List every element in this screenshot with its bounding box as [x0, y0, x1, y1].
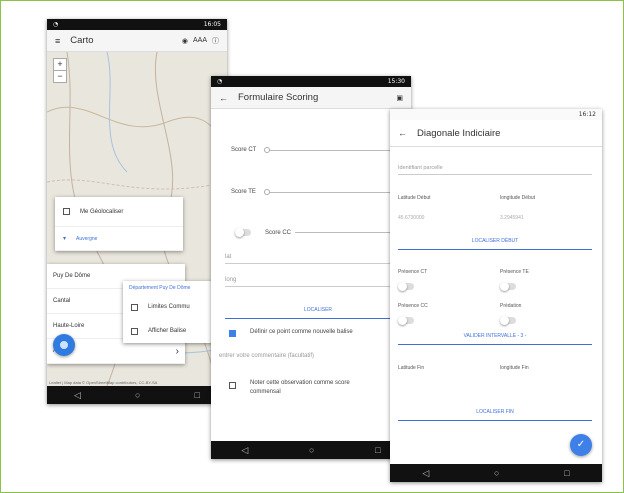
presence-cc-label: Présence CC — [398, 303, 428, 309]
slider-knob[interactable] — [264, 146, 270, 153]
status-bar: ◔ 16:05 — [47, 19, 227, 30]
slider-label: Score CC — [265, 229, 292, 236]
locate-fab[interactable] — [53, 334, 75, 356]
recent-icon[interactable]: □ — [564, 468, 569, 478]
commensal-checkbox[interactable] — [229, 382, 236, 389]
menu-icon[interactable]: ≡ — [55, 36, 60, 46]
app-bar: ← Formulaire Scoring ▣ — [211, 87, 411, 109]
recent-icon[interactable]: □ — [375, 445, 380, 455]
predation-toggle[interactable] — [500, 316, 516, 325]
region-label: Auvergne — [76, 235, 98, 242]
zoom-out-button[interactable]: − — [54, 71, 66, 82]
submenu-label: Limites Commu — [148, 304, 190, 310]
parcel-field[interactable]: Identifiant parcelle — [398, 165, 592, 175]
back-icon[interactable]: ◁ — [422, 468, 429, 479]
comment-field[interactable]: entrer votre commentaire (facultatif) — [219, 353, 411, 362]
header-right-text[interactable]: AAA — [193, 37, 207, 44]
slider-label: Score CT — [231, 147, 257, 153]
scoring-form: Score CT Score TE Score CC lat long LOCA… — [211, 109, 411, 441]
lat-start-value[interactable]: 45.6730000 — [398, 215, 424, 221]
region-item[interactable]: ▾ Auvergne — [55, 227, 183, 251]
lat-field[interactable]: lat — [225, 254, 411, 264]
info-icon[interactable]: ⓘ — [212, 36, 219, 46]
presence-te-label: Présence TE — [500, 269, 529, 275]
localiser-button[interactable]: LOCALISER — [225, 307, 411, 319]
slider-score-ct[interactable]: Score CT — [231, 146, 411, 153]
slider-score-cc[interactable]: Score CC — [235, 228, 411, 237]
predation-label: Prédation — [500, 303, 522, 309]
notification-icon: ◔ — [53, 21, 59, 28]
geolocate-item[interactable]: Me Géolocaliser — [55, 197, 183, 227]
gps-icon[interactable]: ◉ — [182, 37, 188, 45]
caret-down-icon: ▾ — [63, 236, 67, 242]
screenshot-frame: ◔ 16:05 ≡ Carto ◉ AAA ⓘ + − Me Géolocali… — [0, 0, 624, 493]
slider-score-te[interactable]: Score TE — [231, 188, 411, 195]
nav-bar: ◁ ○ □ — [47, 386, 227, 404]
department-label: Haute-Loire — [53, 323, 85, 329]
back-arrow-icon[interactable]: ← — [219, 93, 228, 103]
submenu-label: Afficher Balise — [148, 328, 187, 334]
nav-bar: ◁ ○ □ — [211, 441, 411, 459]
limits-checkbox[interactable] — [131, 303, 138, 311]
diagonale-form: Identifiant parcelle Latitude Début long… — [390, 147, 602, 464]
validate-fab[interactable]: ✓ — [570, 434, 592, 456]
valider-intervalle-button[interactable]: VALIDER INTERVALLE - 3 - — [398, 333, 592, 345]
presence-cc-toggle[interactable] — [398, 316, 414, 325]
status-time: 16:05 — [203, 21, 221, 28]
chevron-right-icon: › — [175, 345, 179, 357]
department-label: Cantal — [53, 298, 71, 304]
geolocate-label: Me Géolocaliser — [80, 208, 124, 215]
notification-icon: ◔ — [217, 78, 223, 85]
slider-label: Score TE — [231, 189, 256, 195]
home-icon[interactable]: ○ — [494, 468, 499, 478]
zoom-control: + − — [53, 58, 67, 83]
commensal-row[interactable]: Noter cette observation comme score comm… — [229, 379, 411, 397]
app-bar: ← Diagonale Indiciaire — [390, 120, 602, 147]
zoom-in-button[interactable]: + — [54, 59, 66, 71]
map-icon[interactable]: ▣ — [396, 94, 403, 102]
presence-ct-toggle[interactable] — [398, 282, 414, 291]
page-title: Formulaire Scoring — [238, 92, 319, 103]
define-beacon-checkbox[interactable] — [229, 330, 236, 337]
score-cc-toggle[interactable] — [235, 228, 251, 237]
layer-menu: Me Géolocaliser ▾ Auvergne — [55, 197, 183, 251]
beacons-checkbox[interactable] — [131, 327, 138, 335]
status-time: 16:12 — [578, 111, 596, 118]
status-bar: ◔ 15:30 — [211, 76, 411, 87]
geolocate-checkbox[interactable] — [63, 208, 70, 215]
lat-start-label: Latitude Début — [398, 195, 431, 201]
phone-scoring: ◔ 15:30 ← Formulaire Scoring ▣ Score CT … — [211, 76, 411, 459]
slider-knob[interactable] — [264, 188, 270, 195]
long-field[interactable]: long — [225, 277, 411, 287]
presence-te-toggle[interactable] — [500, 282, 516, 291]
page-title: Carto — [70, 35, 94, 46]
long-start-value[interactable]: 3.2945941 — [500, 215, 524, 221]
back-icon[interactable]: ◁ — [74, 390, 81, 401]
app-bar: ≡ Carto ◉ AAA ⓘ — [47, 30, 227, 52]
back-arrow-icon[interactable]: ← — [398, 128, 407, 138]
define-beacon-row[interactable]: Définir ce point comme nouvelle balise — [229, 329, 411, 337]
map-attribution: Leaflet | Map data © OpenStreetMap contr… — [49, 380, 158, 385]
commensal-label: Noter cette observation comme score comm… — [250, 380, 350, 395]
long-start-label: longitude Début — [500, 195, 536, 201]
localiser-debut-button[interactable]: LOCALISER DÉBUT — [398, 238, 592, 250]
phone-diagonale: 16:12 ← Diagonale Indiciaire Identifiant… — [390, 109, 602, 482]
long-end-label: longitude Fin — [500, 365, 529, 371]
home-icon[interactable]: ○ — [309, 445, 314, 455]
presence-ct-label: Présence CT — [398, 269, 428, 275]
map-view[interactable]: + − Me Géolocaliser ▾ Auvergne Puy De Dô… — [47, 52, 227, 386]
home-icon[interactable]: ○ — [135, 390, 140, 400]
department-label: Puy De Dôme — [53, 273, 91, 279]
back-icon[interactable]: ◁ — [241, 445, 248, 456]
page-title: Diagonale Indiciaire — [417, 127, 501, 139]
status-bar: 16:12 — [390, 109, 602, 120]
define-beacon-label: Définir ce point comme nouvelle balise — [250, 329, 353, 335]
status-time: 15:30 — [387, 78, 405, 85]
localiser-fin-button[interactable]: LOCALISER FIN — [398, 409, 592, 421]
phone-carto: ◔ 16:05 ≡ Carto ◉ AAA ⓘ + − Me Géolocali… — [47, 19, 227, 404]
lat-end-label: Latitude Fin — [398, 365, 425, 371]
nav-bar: ◁ ○ □ — [390, 464, 602, 482]
recent-icon[interactable]: □ — [195, 390, 200, 400]
